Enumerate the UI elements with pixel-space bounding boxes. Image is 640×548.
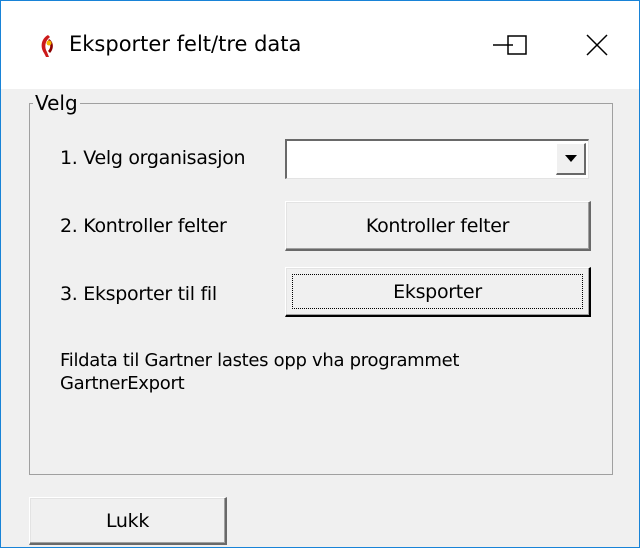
- info-line-1: Fildata til Gartner lastes opp vha progr…: [60, 350, 460, 371]
- chevron-down-icon: [564, 150, 577, 168]
- step-3-label: 3. Eksporter til fil: [60, 283, 217, 305]
- close-button[interactable]: [553, 1, 640, 89]
- maximize-icon: [507, 35, 527, 55]
- info-text: Fildata til Gartner lastes opp vha progr…: [60, 349, 560, 395]
- dropdown-button[interactable]: [556, 143, 586, 175]
- eksporter-button-label: Eksporter: [393, 280, 482, 303]
- lukk-button[interactable]: Lukk: [29, 497, 227, 545]
- title-bar[interactable]: Eksporter felt/tre data: [1, 1, 639, 89]
- step-1-label: 1. Velg organisasjon: [60, 147, 246, 169]
- window-title: Eksporter felt/tre data: [69, 32, 302, 56]
- organisation-select[interactable]: [285, 139, 589, 179]
- info-line-2: GartnerExport: [60, 373, 185, 394]
- groupbox-legend: Velg: [33, 91, 80, 115]
- kontroller-felter-button[interactable]: Kontroller felter: [285, 201, 591, 251]
- torch-icon: [37, 33, 59, 59]
- maximize-button[interactable]: [473, 1, 561, 89]
- close-icon: [586, 34, 608, 56]
- eksporter-button[interactable]: Eksporter: [285, 267, 591, 317]
- step-2-label: 2. Kontroller felter: [60, 215, 227, 237]
- export-dialog-window: Eksporter felt/tre data Velg 1. Velg org…: [0, 0, 640, 548]
